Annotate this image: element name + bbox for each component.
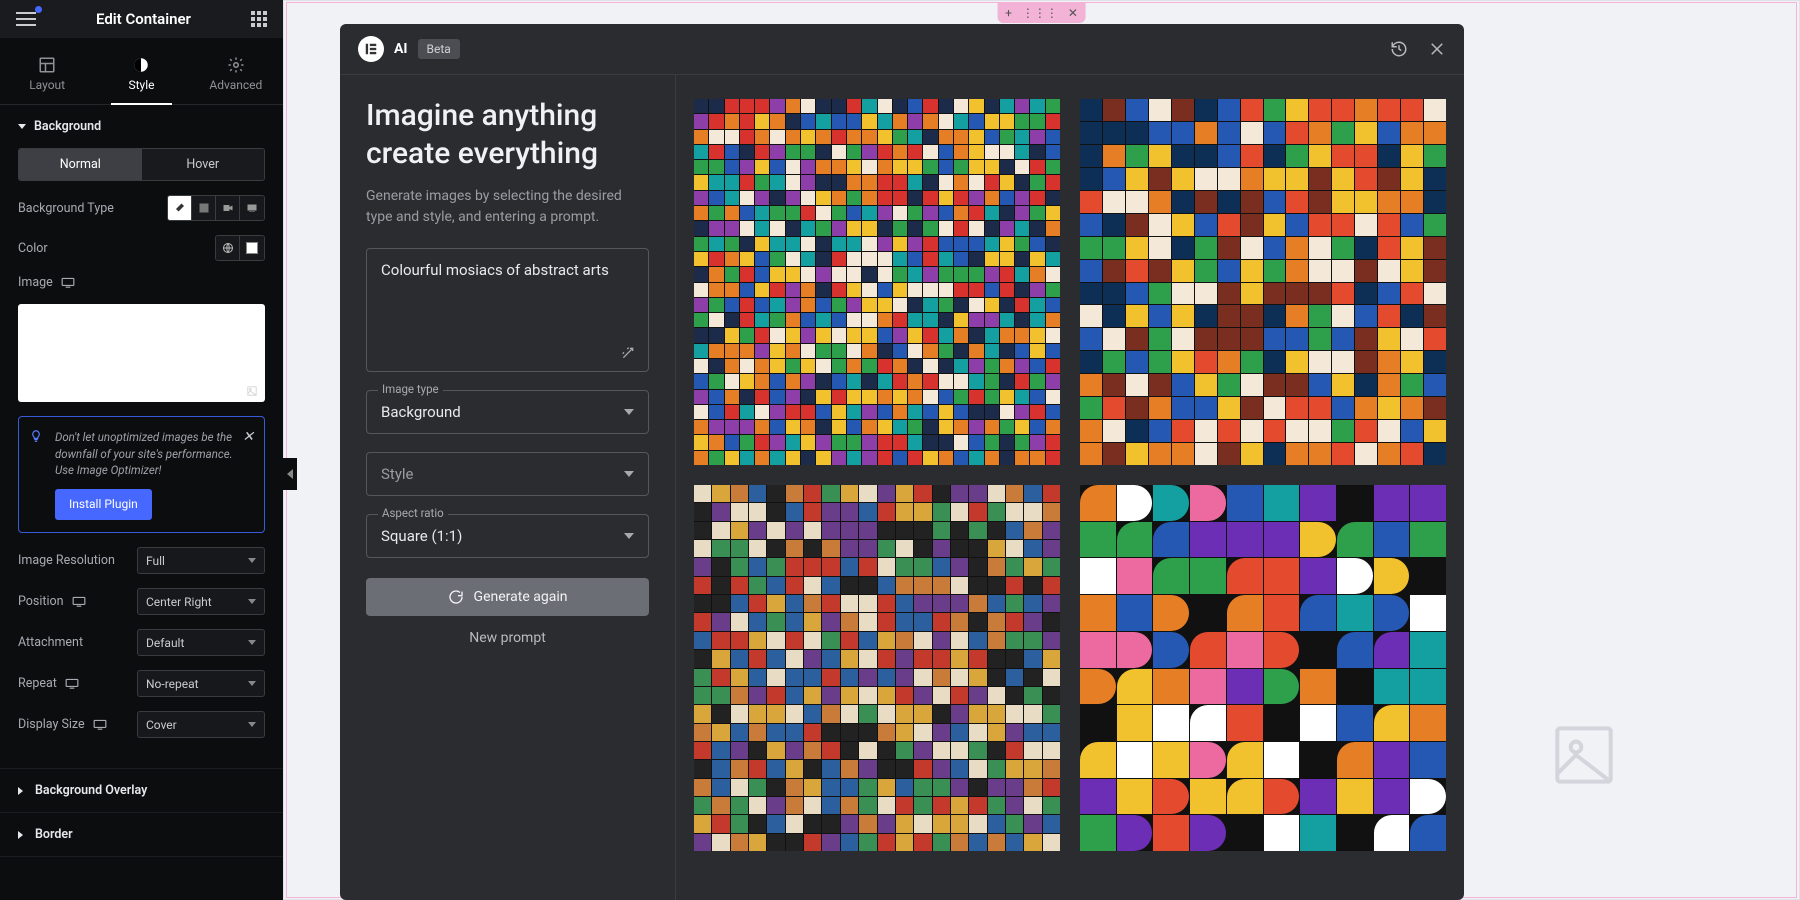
select-image-type[interactable]: Background (366, 390, 649, 434)
desktop-icon[interactable] (72, 596, 86, 607)
color-global[interactable] (216, 236, 240, 260)
hamburger-icon[interactable] (16, 12, 36, 26)
new-prompt-button[interactable]: New prompt (366, 630, 649, 646)
beta-badge: Beta (418, 39, 460, 59)
label-bg-type: Background Type (18, 201, 114, 216)
prompt-panel: Imagine anything create everything Gener… (340, 75, 676, 900)
state-toggle: Normal Hover (18, 148, 265, 181)
install-plugin-button[interactable]: Install Plugin (55, 489, 152, 520)
label-repeat: Repeat (18, 676, 57, 691)
modal-subtitle: Generate images by selecting the desired… (366, 186, 649, 228)
generated-image-3[interactable] (694, 485, 1060, 851)
close-icon[interactable] (1428, 40, 1446, 58)
label-display-size: Display Size (18, 717, 85, 732)
select-position[interactable]: Center Right (137, 588, 265, 615)
label-img-res: Image Resolution (18, 553, 115, 568)
section-background: Background Normal Hover Background Type … (0, 105, 283, 769)
image-well[interactable] (18, 304, 265, 402)
label-image: Image (18, 275, 53, 290)
generated-image-4[interactable] (1080, 485, 1446, 851)
prompt-input[interactable] (367, 249, 648, 367)
image-placeholder-icon (1552, 723, 1616, 787)
generate-button[interactable]: Generate again (366, 578, 649, 616)
elementor-logo-icon (358, 36, 384, 62)
select-img-res[interactable]: Full (137, 547, 265, 574)
bg-type-classic[interactable] (168, 196, 192, 220)
label-image-type: Image type (378, 382, 443, 396)
label-color: Color (18, 241, 48, 256)
section-head-background[interactable]: Background (0, 105, 283, 148)
ai-image-modal: AI Beta Imagine anything create everythi… (340, 24, 1464, 900)
collapse-sidebar-button[interactable] (283, 458, 297, 490)
generated-image-2[interactable] (1080, 99, 1446, 465)
desktop-icon[interactable] (93, 719, 107, 730)
modal-header: AI Beta (340, 24, 1464, 74)
select-style[interactable]: Style (366, 452, 649, 496)
refresh-icon (448, 589, 464, 605)
lightbulb-icon (29, 429, 43, 443)
editor-sidebar: Edit Container Layout Style Advanced Bac… (0, 0, 283, 900)
tab-style[interactable]: Style (94, 48, 188, 104)
bg-type-group (167, 195, 265, 221)
bg-type-gradient[interactable] (192, 196, 216, 220)
ai-label: AI (394, 41, 408, 57)
desktop-icon[interactable] (61, 277, 75, 288)
modal-title: Imagine anything create everything (366, 97, 649, 172)
generated-image-1[interactable] (694, 99, 1060, 465)
container-handle: + ⋮⋮⋮ ✕ (997, 3, 1086, 23)
tip-close-icon[interactable]: ✕ (242, 427, 254, 447)
optimizer-tip: ✕ Don't let unoptimized images be the do… (18, 416, 265, 533)
widgets-grid-icon[interactable] (251, 11, 267, 27)
tab-advanced[interactable]: Advanced (189, 48, 283, 104)
label-aspect: Aspect ratio (378, 506, 448, 520)
image-placeholder-icon (247, 386, 257, 396)
select-aspect[interactable]: Square (1:1) (366, 514, 649, 558)
select-attachment[interactable]: Default (137, 629, 265, 656)
enhance-prompt-icon[interactable] (620, 345, 636, 361)
layout-icon (38, 56, 56, 74)
sidebar-header: Edit Container (0, 0, 283, 38)
panel-title: Edit Container (96, 10, 191, 28)
state-normal[interactable]: Normal (19, 149, 142, 180)
history-icon[interactable] (1390, 40, 1408, 58)
drag-icon[interactable]: ⋮⋮⋮ (1022, 6, 1058, 20)
add-icon[interactable]: + (1005, 6, 1012, 20)
panel-tabs: Layout Style Advanced (0, 38, 283, 105)
label-attachment: Attachment (18, 635, 83, 650)
state-hover[interactable]: Hover (142, 149, 265, 180)
section-head-border[interactable]: Border (0, 813, 283, 856)
select-repeat[interactable]: No-repeat (137, 670, 265, 697)
bg-type-video[interactable] (216, 196, 240, 220)
color-picker[interactable] (240, 236, 264, 260)
delete-icon[interactable]: ✕ (1068, 6, 1078, 20)
bg-type-slideshow[interactable] (240, 196, 264, 220)
label-position: Position (18, 594, 64, 609)
select-display-size[interactable]: Cover (137, 711, 265, 738)
results-panel (676, 75, 1464, 900)
prompt-wrapper (366, 248, 649, 372)
desktop-icon[interactable] (65, 678, 79, 689)
tab-layout[interactable]: Layout (0, 48, 94, 104)
gear-icon (227, 56, 245, 74)
style-icon (132, 56, 150, 74)
section-head-bg-overlay[interactable]: Background Overlay (0, 769, 283, 812)
